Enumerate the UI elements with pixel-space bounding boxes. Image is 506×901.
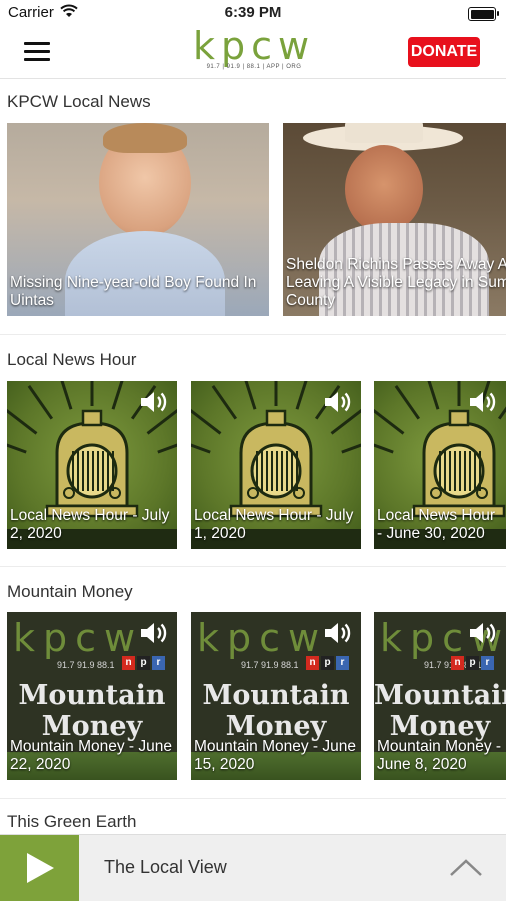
donate-button[interactable]: DONATE	[408, 37, 480, 67]
episode-caption: Local News Hour - July 1, 2020	[194, 507, 354, 542]
episode-card[interactable]: kpcw91.7 91.9 88.1nprMountainMoneyMounta…	[374, 612, 506, 780]
mini-player: The Local View	[0, 834, 506, 901]
episode-caption: Mountain Money - June 15, 2020	[194, 738, 356, 773]
clock: 6:39 PM	[224, 4, 282, 21]
episode-caption: Local News Hour - June 30, 2020	[377, 507, 496, 542]
episode-card[interactable]: Local News Hour - July 1, 2020	[191, 381, 361, 549]
play-button[interactable]	[0, 835, 79, 901]
status-bar: Carrier 6:39 PM	[0, 0, 506, 26]
section-divider	[0, 334, 506, 335]
episode-card[interactable]: Local News Hour - July 2, 2020	[7, 381, 177, 549]
battery-icon	[468, 7, 499, 21]
kpcw-logo: kpcw 91.7 | 91.9 | 88.1 | APP | ORG	[193, 26, 315, 78]
audio-icon	[470, 392, 496, 412]
podcast-logo: kpcw	[13, 616, 144, 660]
npr-logo: npr	[122, 656, 165, 670]
episode-caption: Mountain Money - June 8, 2020	[377, 738, 502, 773]
logo-wordmark: kpcw	[193, 24, 316, 68]
episode-card[interactable]: kpcw91.7 91.9 88.1 npr MountainMoneyMounta…	[7, 612, 177, 780]
man-photo	[345, 145, 423, 233]
section-title-local-news-hour: Local News Hour	[7, 350, 137, 369]
podcast-art-title: MountainMoney	[18, 680, 166, 742]
section-divider	[0, 798, 506, 799]
chevron-up-icon[interactable]	[448, 853, 484, 883]
news-card[interactable]: Missing Nine-year-old Boy Found In Uinta…	[7, 123, 269, 316]
npr-logo: npr	[306, 656, 349, 670]
podcast-frequencies: 91.7 91.9 88.1	[57, 660, 115, 670]
header: kpcw 91.7 | 91.9 | 88.1 | APP | ORG DONA…	[0, 26, 506, 79]
podcast-logo: kpcw	[197, 616, 328, 660]
audio-icon	[325, 392, 351, 412]
section-title-this-green-earth: This Green Earth	[7, 812, 137, 831]
news-caption: Missing Nine-year-old Boy Found In Uinta…	[10, 274, 257, 309]
audio-icon	[141, 392, 167, 412]
podcast-frequencies: 91.7 91.9 88.1	[241, 660, 299, 670]
section-divider	[0, 566, 506, 567]
section-title-local-news: KPCW Local News	[7, 92, 151, 111]
section-title-mountain-money: Mountain Money	[7, 582, 133, 601]
logo-frequencies: 91.7 | 91.9 | 88.1 | APP | ORG	[206, 64, 302, 70]
npr-logo: npr	[451, 656, 494, 670]
menu-icon[interactable]	[24, 42, 50, 62]
episode-caption: Mountain Money - June 22, 2020	[10, 738, 172, 773]
audio-icon	[470, 623, 496, 643]
now-playing-title: The Local View	[104, 857, 227, 877]
audio-icon	[141, 623, 167, 643]
podcast-art-title: MountainMoney	[374, 680, 506, 742]
audio-icon	[325, 623, 351, 643]
play-icon	[27, 853, 54, 883]
news-card[interactable]: Sheldon Richins Passes Away At 84, Leavi…	[283, 123, 506, 316]
episode-card[interactable]: kpcw91.7 91.9 88.1 npr MountainMoneyMounta…	[191, 612, 361, 780]
news-caption: Sheldon Richins Passes Away At 84, Leavi…	[286, 256, 506, 309]
podcast-art-title: MountainMoney	[202, 680, 350, 742]
episode-card[interactable]: Local News Hour - June 30, 2020	[374, 381, 506, 549]
episode-caption: Local News Hour - July 2, 2020	[10, 507, 170, 542]
